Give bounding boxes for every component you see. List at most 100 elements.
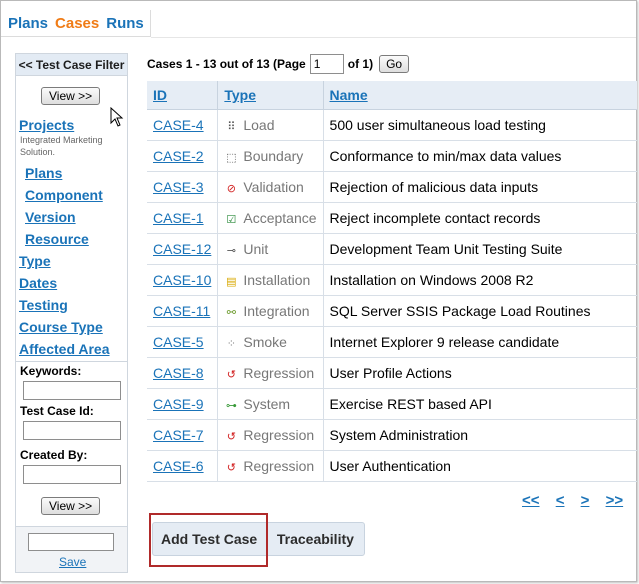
save-filter-link[interactable]: Save [59,555,86,569]
case-name-cell: Rejection of malicious data inputs [323,171,637,203]
save-filter-input[interactable] [28,533,114,551]
case-type-label: Boundary [243,147,304,164]
table-row[interactable]: CASE-8 ↺ Regression User Profile Actions [147,357,637,389]
filter-link-version[interactable]: Version [25,209,76,225]
tab-runs[interactable]: Runs [106,15,144,32]
last-page-link[interactable]: >> [606,492,624,509]
unit-icon: ⊸ [226,244,236,257]
case-id-link[interactable]: CASE-5 [153,334,204,350]
case-id-cell: CASE-6 [147,450,219,482]
traceability-button[interactable]: Traceability [269,531,362,547]
case-id-link[interactable]: CASE-6 [153,458,204,474]
prev-page-link[interactable]: < [556,492,565,509]
case-type-cell: ▤ Installation [217,264,324,296]
cases-table-body: CASE-4 ⠿ Load 500 user simultaneous load te… [147,109,637,482]
case-id-cell: CASE-5 [147,326,219,358]
table-row[interactable]: CASE-7 ↺ Regression System Administration [147,419,637,451]
table-row[interactable]: CASE-3 ⊘ Validation Rejection of malicious … [147,171,637,203]
case-type-label: Regression [243,426,315,443]
filter-link-projects[interactable]: Projects [19,117,74,133]
case-id-cell: CASE-7 [147,419,219,451]
column-header-type[interactable]: Type [217,81,324,110]
case-id-link[interactable]: CASE-1 [153,210,204,226]
created-by-input[interactable] [23,465,121,484]
cases-summary-suffix: of 1) [347,57,374,71]
table-row[interactable]: CASE-2 ⬚ Boundary Conformance to min/max da… [147,140,637,172]
link-icon: ⚯ [226,306,236,319]
mouse-cursor-icon [110,107,124,127]
case-id-link[interactable]: CASE-2 [153,148,204,164]
created-by-label: Created By: [20,448,88,462]
view-button-top[interactable]: View >> [41,87,101,105]
table-row[interactable]: CASE-11 ⚯ Integration SQL Server SSIS Packa… [147,295,637,327]
regression-icon: ↺ [226,461,236,474]
filter-link-type[interactable]: Type [19,253,51,269]
filter-link-course-type[interactable]: Course Type [19,319,103,335]
case-type-label: Regression [243,457,315,474]
regression-icon: ↺ [226,430,236,443]
filter-link-testing[interactable]: Testing [19,297,68,313]
case-id-cell: CASE-12 [147,233,219,265]
case-type-cell: ⁘ Smoke [217,326,324,358]
table-row[interactable]: CASE-1 ☑ Acceptance Reject incomplete conta… [147,202,637,234]
case-type-label: System [243,395,291,412]
case-type-label: Validation [243,178,304,195]
first-page-link[interactable]: << [522,492,540,509]
case-name-cell: 500 user simultaneous load testing [323,109,637,141]
system-icon: ⊶ [225,399,237,412]
case-id-link[interactable]: CASE-12 [153,241,211,257]
smoke-icon: ⁘ [226,337,236,350]
case-type-cell: ⚯ Integration [217,295,324,327]
table-row[interactable]: CASE-6 ↺ Regression User Authentication [147,450,637,482]
pagination: << < > >> [522,492,635,509]
filter-link-dates[interactable]: Dates [19,275,57,291]
case-id-link[interactable]: CASE-8 [153,365,204,381]
column-header-id[interactable]: ID [147,81,219,110]
case-type-label: Integration [243,302,310,319]
case-id-link[interactable]: CASE-10 [153,272,211,288]
testcase-id-input[interactable] [23,421,121,440]
filter-link-resource[interactable]: Resource [25,231,89,247]
next-page-link[interactable]: > [581,492,590,509]
column-header-name[interactable]: Name [323,81,637,110]
table-row[interactable]: CASE-4 ⠿ Load 500 user simultaneous load te… [147,109,637,141]
case-name-cell: SQL Server SSIS Package Load Routines [323,295,637,327]
keywords-input[interactable] [23,381,121,400]
go-button[interactable]: Go [379,55,410,73]
page-number-input[interactable]: 1 [309,54,344,74]
table-row[interactable]: CASE-5 ⁘ Smoke Internet Explorer 9 release … [147,326,637,358]
case-id-link[interactable]: CASE-4 [153,117,204,133]
table-row[interactable]: CASE-9 ⊶ System Exercise REST based API [147,388,637,420]
case-id-cell: CASE-9 [147,388,219,420]
project-name: Integrated Marketing Solution. [20,135,103,157]
case-type-cell: ⊘ Validation [217,171,324,203]
app-window: Plans Cases Runs << Test Case Filter Vie… [0,0,637,582]
view-button-bottom[interactable]: View >> [41,497,101,515]
case-id-link[interactable]: CASE-11 [153,303,210,319]
filter-link-plans[interactable]: Plans [25,165,62,181]
case-type-label: Unit [243,240,269,257]
filter-panel-header[interactable]: << Test Case Filter [16,54,127,76]
table-row[interactable]: CASE-12 ⊸ Unit Development Team Unit Testin… [147,233,637,265]
case-id-link[interactable]: CASE-3 [153,179,204,195]
case-type-cell: ⊶ System [217,388,324,420]
case-name-cell: Installation on Windows 2008 R2 [323,264,637,296]
case-type-label: Load [243,116,275,133]
case-type-label: Smoke [243,333,287,350]
boundary-icon: ⬚ [226,151,237,164]
case-id-cell: CASE-3 [147,171,219,203]
cases-summary: Cases 1 - 13 out of 13 (Page 1 of 1) Go [147,53,410,75]
case-type-cell: ☑ Acceptance [217,202,324,234]
case-id-cell: CASE-10 [147,264,219,296]
case-id-link[interactable]: CASE-9 [153,396,204,412]
tab-cases[interactable]: Cases [55,15,99,32]
case-name-cell: User Authentication [323,450,637,482]
filter-link-affected-area[interactable]: Affected Area [19,341,110,357]
case-id-link[interactable]: CASE-7 [153,427,204,443]
case-type-label: Installation [243,271,311,288]
tab-plans[interactable]: Plans [8,15,48,32]
table-row[interactable]: CASE-10 ▤ Installation Installation on Wind… [147,264,637,296]
case-id-cell: CASE-11 [147,295,219,327]
filter-link-component[interactable]: Component [25,187,103,203]
nav-divider [151,37,636,38]
